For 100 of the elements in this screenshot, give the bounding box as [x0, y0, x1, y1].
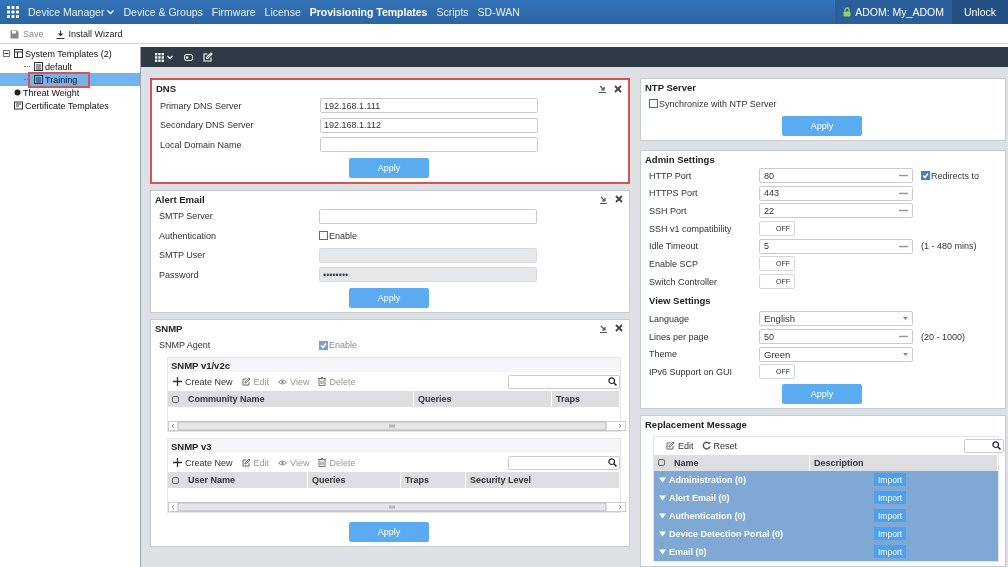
text-field[interactable] [319, 208, 537, 224]
nav-tab[interactable]: Scripts [436, 6, 469, 18]
panel-title: Replacement Message [645, 418, 747, 430]
panel-title: SNMP [155, 322, 183, 334]
tree-item[interactable]: System Templates (2) [0, 47, 140, 60]
tray-arrow-icon[interactable] [598, 84, 607, 93]
checkbox-label: Enable [329, 230, 358, 241]
caret-icon [107, 9, 115, 15]
spinner-icon[interactable] [899, 174, 908, 178]
edit-icon[interactable] [203, 52, 213, 62]
checkbox[interactable] [921, 171, 930, 181]
nav-tab[interactable]: Firmware [211, 6, 256, 18]
tree-item[interactable]: Threat Weight [0, 86, 140, 99]
text-field[interactable]: 192.168.1.112 [320, 117, 538, 133]
nav-tab[interactable]: Provisioning Templates [309, 6, 428, 18]
grid-menu-icon[interactable] [155, 52, 174, 62]
save-icon [10, 29, 19, 39]
dropdown[interactable]: Green [759, 346, 913, 362]
toolbar-button[interactable]: Reset [701, 440, 738, 451]
toggle-view-icon[interactable] [184, 53, 193, 61]
adom-label: ADOM: My_ADOM [855, 6, 944, 18]
tray-arrow-icon[interactable] [599, 323, 608, 333]
panel-title: Admin Settings [645, 153, 715, 165]
close-icon[interactable] [615, 324, 623, 332]
checkbox[interactable] [319, 231, 328, 241]
toolbar-button[interactable]: Edit [666, 440, 694, 451]
caret-down-icon [659, 476, 666, 483]
search-icon[interactable] [608, 377, 617, 386]
field-label: Password [159, 269, 200, 280]
panel-title: DNS [156, 83, 177, 94]
select-all-checkbox[interactable] [658, 459, 665, 467]
search-icon[interactable] [992, 441, 1001, 451]
checkbox-label: Enable [329, 340, 358, 351]
number-field[interactable]: 5 [759, 238, 913, 254]
toolbar-button[interactable]: Install Wizard [55, 29, 123, 39]
caret-icon [903, 352, 908, 356]
trash-icon [318, 377, 327, 386]
field-label: SMTP Server [159, 211, 214, 222]
range-hint: (20 - 1000) [921, 331, 966, 342]
tray-arrow-icon[interactable] [599, 194, 608, 204]
close-icon[interactable] [615, 195, 623, 203]
search-field[interactable] [964, 438, 1004, 453]
field-label: HTTPS Port [649, 188, 699, 199]
number-field[interactable]: 22 [759, 203, 913, 219]
spinner-icon[interactable] [899, 209, 908, 213]
select-all-checkbox[interactable] [172, 476, 179, 484]
panel-title: NTP Server [645, 82, 697, 93]
download-icon [55, 29, 65, 39]
tree-item[interactable]: default [0, 60, 140, 73]
field-label: HTTP Port [649, 170, 693, 181]
nav-tab[interactable]: SD-WAN [477, 6, 520, 18]
edit-icon [241, 458, 251, 467]
search-field[interactable] [508, 455, 620, 470]
number-field[interactable]: 443 [759, 185, 913, 201]
refresh-icon [701, 441, 711, 451]
tree-item[interactable]: Training [0, 73, 140, 86]
nav-tab[interactable]: Device & Groups [123, 6, 203, 18]
range-hint: (1 - 480 mins) [921, 241, 977, 252]
app-grid-icon[interactable] [6, 5, 20, 19]
horizontal-scrollbar[interactable] [168, 421, 626, 431]
field-label: SMTP User [159, 250, 207, 261]
certificate-icon [14, 101, 23, 110]
section-heading: SNMP v1/v2c [170, 359, 231, 372]
spinner-icon[interactable] [899, 335, 908, 339]
panel-title: Alert Email [155, 193, 205, 205]
toolbar-button[interactable]: Create New [173, 457, 233, 468]
number-field[interactable]: 50 [759, 329, 913, 345]
column-header[interactable]: Name [670, 454, 810, 471]
toolbar-button[interactable]: Create New [173, 376, 233, 387]
checkbox-label: Synchronize with NTP Server [659, 98, 777, 109]
caret-down-icon [659, 530, 666, 537]
horizontal-scrollbar[interactable] [168, 502, 626, 512]
text-field[interactable]: 192.168.1.111 [320, 98, 538, 114]
trash-icon [318, 458, 327, 467]
section-heading: View Settings [649, 294, 712, 306]
dropdown[interactable]: English [759, 311, 913, 327]
caret-down-icon [659, 548, 666, 555]
close-icon[interactable] [614, 84, 622, 93]
field-label: Lines per page [649, 331, 710, 342]
checkbox[interactable] [649, 99, 658, 109]
caret-down-icon [659, 512, 666, 519]
checkbox-label: Redirects to [931, 170, 980, 181]
section-heading: SNMP v3 [170, 440, 213, 453]
spinner-icon[interactable] [899, 191, 908, 195]
nav-tab[interactable]: License [264, 6, 301, 18]
collapse-icon[interactable] [3, 50, 10, 57]
select-all-checkbox[interactable] [172, 395, 179, 403]
field-label: Theme [649, 349, 678, 360]
search-field[interactable] [508, 374, 620, 389]
text-field[interactable] [320, 137, 538, 153]
column-header[interactable]: Description [810, 454, 998, 471]
plus-icon [173, 458, 182, 467]
nav-tab[interactable]: Device Manager [28, 6, 115, 18]
number-field[interactable]: 80 [759, 168, 913, 184]
spinner-icon[interactable] [899, 244, 908, 248]
field-label: Primary DNS Server [160, 100, 243, 111]
search-icon[interactable] [608, 458, 617, 467]
unlock-button[interactable]: Unlock [951, 0, 1008, 24]
caret-down-icon [659, 494, 666, 501]
tree-item[interactable]: Certificate Templates [0, 99, 140, 112]
